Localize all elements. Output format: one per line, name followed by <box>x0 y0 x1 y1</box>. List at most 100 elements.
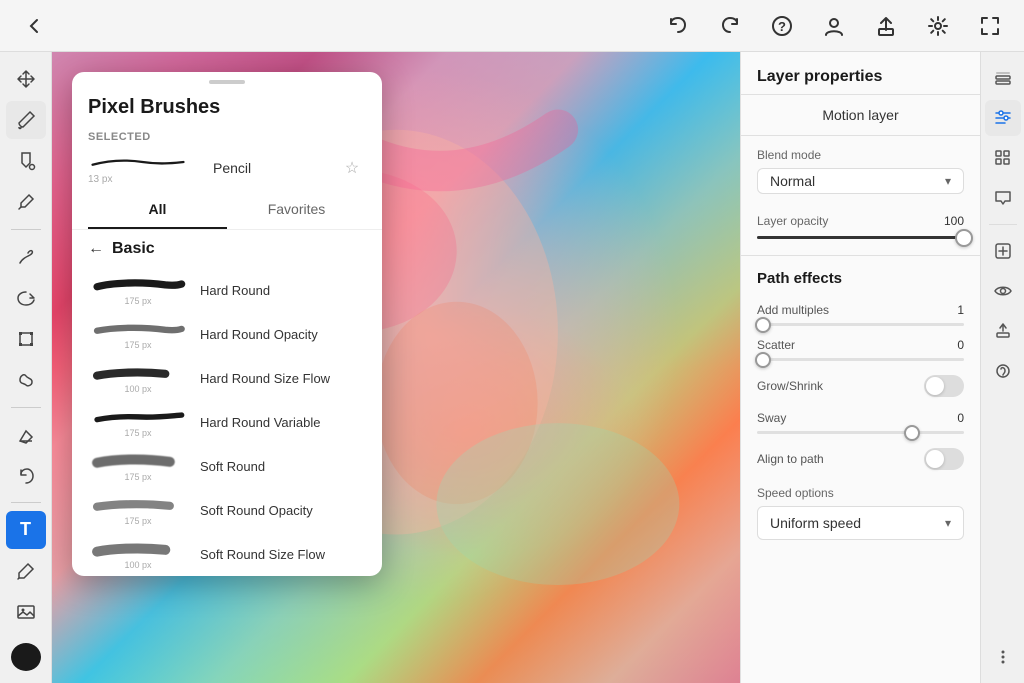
slider-thumb[interactable] <box>955 229 973 247</box>
list-item[interactable]: 100 px Hard Round Size Flow <box>72 356 382 400</box>
opacity-value: 100 <box>944 214 964 228</box>
svg-text:?: ? <box>778 19 786 34</box>
scatter-slider[interactable] <box>757 358 964 361</box>
redo-button[interactable] <box>712 8 748 44</box>
rsidebar-divider <box>989 224 1017 225</box>
sway-value: 0 <box>957 411 964 425</box>
list-item[interactable]: 175 px Hard Round Variable <box>72 400 382 444</box>
layer-type-text: Motion layer <box>822 107 898 123</box>
share-button[interactable] <box>868 8 904 44</box>
selected-brush-name: Pencil <box>213 160 326 176</box>
move-tool[interactable] <box>6 60 46 97</box>
align-to-path-label: Align to path <box>757 452 824 466</box>
opacity-slider[interactable] <box>741 236 980 255</box>
paint-bucket-tool[interactable] <box>6 143 46 180</box>
tab-favorites[interactable]: Favorites <box>227 191 366 229</box>
favorite-button[interactable]: ☆ <box>338 154 366 182</box>
transform-tool[interactable] <box>6 320 46 357</box>
list-item[interactable]: 175 px Soft Round Opacity <box>72 488 382 532</box>
blend-mode-field: Blend mode Normal ▾ <box>741 136 980 202</box>
back-button[interactable] <box>16 8 52 44</box>
slider-fill <box>757 236 964 239</box>
eyedropper-tool[interactable] <box>6 184 46 221</box>
list-item[interactable]: 175 px Hard Round <box>72 268 382 312</box>
scatter-thumb[interactable] <box>755 352 771 368</box>
tab-all[interactable]: All <box>88 191 227 229</box>
brush-size: 100 px <box>124 384 151 394</box>
stroke-preview: 100 px <box>88 538 188 570</box>
brush-size: 175 px <box>124 472 151 482</box>
brush-tool[interactable] <box>6 101 46 138</box>
lasso-tool[interactable] <box>6 279 46 316</box>
selected-label: SELECTED <box>72 127 382 145</box>
brush-name: Soft Round <box>200 459 366 474</box>
selected-brush-item: 13 px Pencil ☆ <box>72 145 382 191</box>
add-multiples-slider[interactable] <box>757 323 964 326</box>
category-name: Basic <box>112 240 155 258</box>
grow-shrink-label: Grow/Shrink <box>757 379 823 393</box>
brush-size: 175 px <box>124 340 151 350</box>
settings-button[interactable] <box>920 8 956 44</box>
sway-thumb[interactable] <box>904 425 920 441</box>
undo-history-tool[interactable] <box>6 457 46 494</box>
brush-list: 175 px Hard Round 175 px Hard Round Opac… <box>72 268 382 576</box>
divider-3 <box>11 502 41 503</box>
speed-select[interactable]: Uniform speed ▾ <box>757 506 964 540</box>
brush-name: Hard Round Variable <box>200 415 366 430</box>
handle-bar <box>209 80 245 84</box>
stroke-preview: 175 px <box>88 274 188 306</box>
more-options-button[interactable] <box>985 639 1021 675</box>
eraser-tool[interactable] <box>6 416 46 453</box>
brush-size: 175 px <box>124 516 151 526</box>
fullscreen-button[interactable] <box>972 8 1008 44</box>
grow-shrink-toggle[interactable] <box>924 375 964 397</box>
category-header: ← Basic <box>72 230 382 268</box>
pipette-tool[interactable] <box>6 553 46 590</box>
brush-tabs: All Favorites <box>72 191 382 230</box>
speed-value: Uniform speed <box>770 515 861 531</box>
sway-label: Sway <box>757 411 786 425</box>
grid-panel-button[interactable] <box>985 140 1021 176</box>
color-swatch[interactable] <box>11 643 41 671</box>
magic-button[interactable] <box>985 353 1021 389</box>
smudge-tool[interactable] <box>6 238 46 275</box>
align-to-path-row: Align to path <box>741 440 980 478</box>
speed-label: Speed options <box>757 486 964 500</box>
help-button[interactable]: ? <box>764 8 800 44</box>
opacity-row: Layer opacity 100 <box>741 202 980 232</box>
stroke-preview: 175 px <box>88 494 188 526</box>
brush-panel: Pixel Brushes SELECTED 13 px Pencil ☆ Al… <box>72 72 382 576</box>
canvas-area[interactable]: Pixel Brushes SELECTED 13 px Pencil ☆ Al… <box>52 52 740 683</box>
stroke-preview: 100 px <box>88 362 188 394</box>
pencil-preview: 13 px <box>88 153 201 183</box>
comment-panel-button[interactable] <box>985 180 1021 216</box>
stroke-preview: 175 px <box>88 406 188 438</box>
profile-button[interactable] <box>816 8 852 44</box>
layer-type-badge: Motion layer <box>741 95 980 136</box>
liquify-tool[interactable] <box>6 362 46 399</box>
main-area: T Pix <box>0 52 1024 683</box>
toolbar-left <box>16 8 52 44</box>
visibility-button[interactable] <box>985 273 1021 309</box>
list-item[interactable]: 175 px Hard Round Opacity <box>72 312 382 356</box>
add-multiples-thumb[interactable] <box>755 317 771 333</box>
list-item[interactable]: 175 px Soft Round <box>72 444 382 488</box>
properties-panel-button[interactable] <box>985 100 1021 136</box>
flatten-button[interactable] <box>985 313 1021 349</box>
undo-button[interactable] <box>660 8 696 44</box>
text-tool[interactable]: T <box>6 511 46 548</box>
align-to-path-toggle[interactable] <box>924 448 964 470</box>
layers-panel-button[interactable] <box>985 60 1021 96</box>
add-multiples-value: 1 <box>957 303 964 317</box>
chevron-down-icon: ▾ <box>945 174 951 188</box>
panel-section-title: Layer properties <box>741 52 980 95</box>
add-layer-button[interactable] <box>985 233 1021 269</box>
image-tool[interactable] <box>6 594 46 631</box>
back-arrow-icon[interactable]: ← <box>88 240 104 258</box>
divider <box>11 229 41 230</box>
list-item[interactable]: 100 px Soft Round Size Flow <box>72 532 382 576</box>
sway-slider[interactable] <box>757 431 964 434</box>
blend-mode-dropdown[interactable]: Normal ▾ <box>757 168 964 194</box>
brush-size: 175 px <box>124 428 151 438</box>
panel-handle[interactable] <box>72 72 382 92</box>
